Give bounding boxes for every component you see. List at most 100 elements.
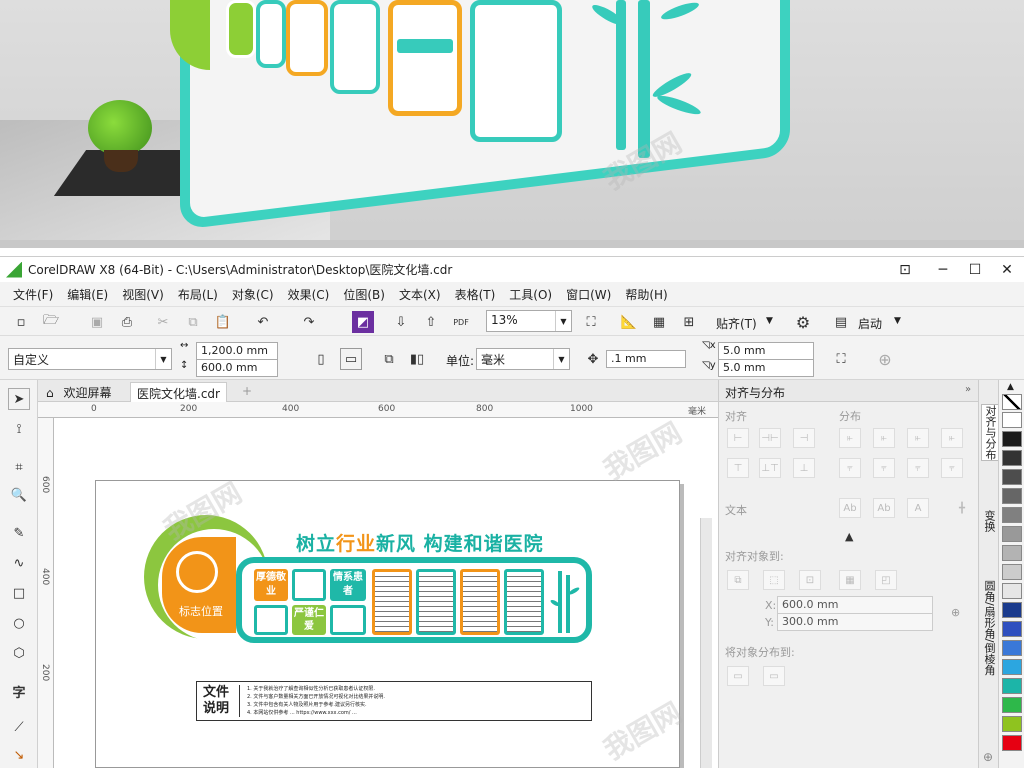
palette-scroll-up-icon[interactable]: ▲ — [1007, 382, 1014, 392]
color-swatch[interactable] — [1002, 697, 1022, 713]
zoom-level-select[interactable]: 13% ▼ — [486, 310, 572, 332]
color-swatch[interactable] — [1002, 621, 1022, 637]
distribute-right-icon[interactable]: ⫦ — [907, 428, 929, 448]
align-top-icon[interactable]: ⊤ — [727, 458, 749, 478]
guidelines-icon[interactable]: ⊞ — [678, 311, 700, 333]
rulers-icon[interactable]: 📐 — [618, 311, 640, 333]
polygon-tool-icon[interactable]: ⬡ — [8, 642, 30, 664]
distribute-center-icon[interactable]: ⫦ — [873, 428, 895, 448]
color-swatch[interactable] — [1002, 431, 1022, 447]
launcher-label[interactable]: 启动 — [858, 315, 882, 332]
tab-align-distribute[interactable]: 对齐与分布 — [981, 404, 999, 461]
color-swatch[interactable] — [1002, 412, 1022, 428]
no-color-swatch[interactable] — [1002, 394, 1022, 410]
menu-text[interactable]: 文本(X) — [392, 286, 448, 303]
tab-fillet-scallop-chamfer[interactable]: 圆角/扇形角/倒棱角 — [981, 580, 997, 675]
distribute-top-icon[interactable]: ⫧ — [839, 458, 861, 478]
text-first-baseline-icon[interactable]: Ab — [839, 498, 861, 518]
text-last-baseline-icon[interactable]: Ab — [873, 498, 895, 518]
align-page-edge-icon[interactable]: ⬚ — [763, 570, 785, 590]
color-swatch[interactable] — [1002, 735, 1022, 751]
menu-file[interactable]: 文件(F) — [6, 286, 60, 303]
add-tab-icon[interactable]: + — [236, 382, 258, 402]
color-swatch[interactable] — [1002, 450, 1022, 466]
all-pages-icon[interactable]: ⧉ — [378, 348, 400, 370]
text-bounding-box-icon[interactable]: A — [907, 498, 929, 518]
collapse-arrow-icon[interactable]: ▲ — [845, 530, 853, 543]
duplicate-x-input[interactable]: 5.0 mm — [718, 342, 814, 360]
freehand-tool-icon[interactable]: ✎ — [8, 522, 30, 544]
distribute-bottom-icon[interactable]: ⫧ — [907, 458, 929, 478]
color-swatch[interactable] — [1002, 469, 1022, 485]
menu-bitmaps[interactable]: 位图(B) — [336, 286, 392, 303]
page-width-input[interactable]: 1,200.0 mm — [196, 342, 278, 360]
align-active-object-icon[interactable]: ⧉ — [727, 570, 749, 590]
color-swatch[interactable] — [1002, 526, 1022, 542]
menu-window[interactable]: 窗口(W) — [559, 286, 618, 303]
color-swatch[interactable] — [1002, 488, 1022, 504]
parallel-dimension-icon[interactable]: ⟋ — [8, 716, 30, 738]
target-icon[interactable]: ⊕ — [951, 606, 960, 619]
page-height-input[interactable]: 600.0 mm — [196, 359, 278, 377]
menu-help[interactable]: 帮助(H) — [618, 286, 674, 303]
color-swatch[interactable] — [1002, 716, 1022, 732]
color-swatch[interactable] — [1002, 564, 1022, 580]
menu-tools[interactable]: 工具(O) — [502, 286, 559, 303]
print-icon[interactable]: ⎙ — [116, 311, 138, 333]
menu-edit[interactable]: 编辑(E) — [60, 286, 115, 303]
crop-tool-icon[interactable]: ⌗ — [8, 456, 30, 478]
current-page-icon[interactable]: ▮▯ — [406, 348, 428, 370]
distribute-page-icon[interactable]: ▭ — [763, 666, 785, 686]
align-center-v-icon[interactable]: ⊥⊤ — [759, 458, 781, 478]
copy-icon[interactable]: ⧉ — [182, 311, 204, 333]
menu-layout[interactable]: 布局(L) — [171, 286, 225, 303]
text-tool-icon[interactable]: 字 — [8, 680, 30, 702]
rectangle-tool-icon[interactable]: □ — [8, 582, 30, 604]
expand-icon[interactable]: » — [965, 384, 971, 395]
menu-effects[interactable]: 效果(C) — [281, 286, 337, 303]
open-icon[interactable]: 🗁 — [40, 311, 62, 333]
distribute-left-icon[interactable]: ⫦ — [839, 428, 861, 448]
canvas-scrollbar[interactable] — [700, 518, 712, 768]
color-swatch[interactable] — [1002, 602, 1022, 618]
text-outline-icon[interactable]: ╋ — [951, 498, 973, 518]
color-swatch[interactable] — [1002, 583, 1022, 599]
artistic-media-icon[interactable]: ∿ — [8, 552, 30, 574]
paste-icon[interactable]: 📋 — [212, 311, 234, 333]
search-content-icon[interactable]: ◩ — [352, 311, 374, 333]
drawing-page[interactable]: 标志位置 树立行业新风 构建和谐医院 厚德敬业 情系患者 严谨仁爱 文件说明 1… — [95, 480, 680, 768]
color-swatch[interactable] — [1002, 507, 1022, 523]
portrait-icon[interactable]: ▯ — [310, 348, 332, 370]
minimize-button[interactable]: ─ — [928, 257, 958, 283]
align-grid-icon[interactable]: ▦ — [839, 570, 861, 590]
grid-icon[interactable]: ▦ — [648, 311, 670, 333]
align-left-icon[interactable]: ⊢ — [727, 428, 749, 448]
menu-table[interactable]: 表格(T) — [448, 286, 503, 303]
tab-transform[interactable]: 变换 — [981, 510, 997, 532]
nudge-distance-input[interactable]: .1 mm — [606, 350, 686, 368]
ellipse-tool-icon[interactable]: ○ — [8, 612, 30, 634]
export-icon[interactable]: ⇧ — [420, 311, 442, 333]
maximize-button[interactable]: ☐ — [960, 257, 990, 283]
align-center-h-icon[interactable]: ⊣⊢ — [759, 428, 781, 448]
units-select[interactable]: 毫米 ▼ — [476, 348, 570, 370]
page-size-select[interactable]: 自定义 ▼ — [8, 348, 172, 370]
full-screen-icon[interactable]: ⛶ — [580, 311, 602, 333]
add-icon[interactable]: ⊕ — [874, 348, 896, 370]
options-gear-icon[interactable]: ⚙ — [792, 311, 814, 333]
color-swatch[interactable] — [1002, 640, 1022, 656]
align-y-input[interactable]: 300.0 mm — [777, 613, 933, 631]
distribute-spacing-h-icon[interactable]: ⫦ — [941, 428, 963, 448]
menu-view[interactable]: 视图(V) — [115, 286, 171, 303]
import-icon[interactable]: ⇩ — [390, 311, 412, 333]
user-icon[interactable]: ⊡ — [890, 257, 920, 283]
landscape-icon[interactable]: ▭ — [340, 348, 362, 370]
pick-tool-icon[interactable]: ➤ — [8, 388, 30, 410]
snap-to-menu[interactable]: 贴齐(T) — [716, 315, 757, 332]
color-swatch[interactable] — [1002, 545, 1022, 561]
align-bottom-icon[interactable]: ⊥ — [793, 458, 815, 478]
bleed-icon[interactable]: ⛶ — [830, 348, 852, 370]
zoom-tool-icon[interactable]: 🔍 — [8, 484, 30, 506]
color-swatch[interactable] — [1002, 678, 1022, 694]
distribute-middle-icon[interactable]: ⫧ — [873, 458, 895, 478]
